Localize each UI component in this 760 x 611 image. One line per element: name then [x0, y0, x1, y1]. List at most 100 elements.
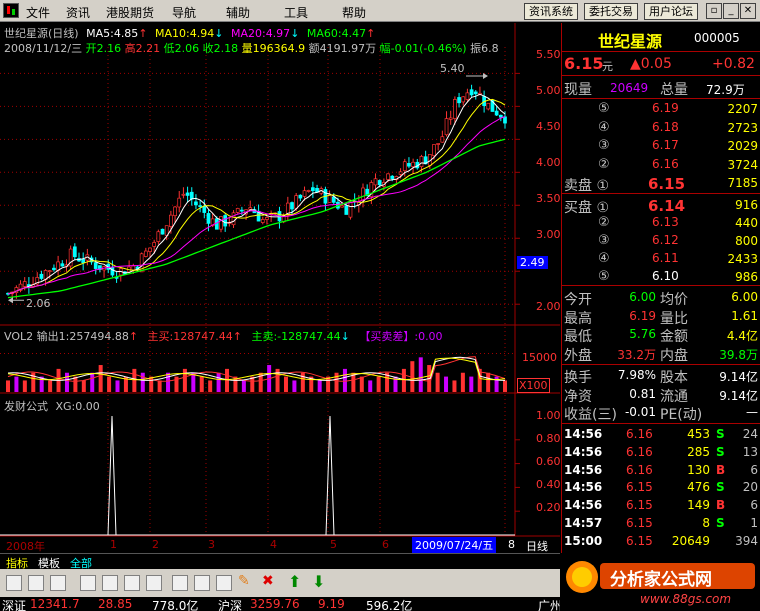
sell-volume: 3724	[727, 157, 758, 172]
quote-panel: 世纪星源 000005 6.15 元 ▲0.05 +0.82 现量 20649 …	[561, 23, 760, 553]
volume-bar	[300, 372, 305, 392]
stat-value: 7.98%	[617, 368, 656, 382]
candle-body	[206, 213, 211, 224]
stat-value: 1.61	[731, 308, 758, 323]
tick-price: 6.16	[626, 427, 653, 441]
candle-body	[52, 267, 56, 271]
tool-icon[interactable]	[172, 575, 188, 591]
menu-help[interactable]: 帮助	[342, 4, 366, 21]
sell-price: 6.16	[652, 156, 679, 171]
candle-body	[419, 156, 424, 168]
formula-tick: 0.40	[536, 478, 561, 491]
tool-icon[interactable]	[50, 575, 66, 591]
candle-body	[93, 262, 98, 269]
tick-price: 6.15	[626, 516, 653, 530]
candle-body	[503, 116, 507, 124]
volume-tick: 15000	[522, 351, 557, 364]
volume-bar	[6, 380, 10, 392]
volume-bar	[166, 372, 171, 392]
tick-side: B	[716, 498, 726, 513]
menu-file[interactable]: 文件	[26, 4, 50, 21]
trade-order-button[interactable]: 委托交易	[584, 3, 638, 20]
app-logo-icon[interactable]	[3, 3, 19, 18]
tool-icon[interactable]	[194, 575, 210, 591]
site-logo: 分析家公式网 www.88gs.com	[560, 553, 760, 611]
stat-label: 金额	[660, 329, 688, 345]
buy-level-label: ⑤	[598, 269, 610, 284]
stat-value: 0.81	[629, 386, 656, 401]
index-value: 12341.7	[30, 597, 80, 611]
menu-assist[interactable]: 辅助	[226, 4, 250, 21]
kline-chart[interactable]	[0, 23, 560, 553]
tick-count: 13	[742, 444, 758, 459]
index2-value: 3259.76	[250, 597, 300, 611]
volume-bar	[140, 372, 145, 392]
period-label[interactable]: 日线	[526, 538, 548, 554]
arrow-up-icon[interactable]: ⬆	[288, 572, 304, 591]
status-right-text: 广州	[538, 599, 563, 611]
menu-news[interactable]: 资讯	[66, 4, 90, 21]
candle-body	[498, 114, 503, 118]
tool-icon[interactable]	[80, 575, 96, 591]
candle-body	[194, 201, 198, 206]
candle-body	[72, 246, 77, 258]
candle-body	[311, 187, 315, 192]
news-system-button[interactable]: 资讯系统	[524, 3, 578, 20]
bar-date: 2008/11/12/三	[4, 42, 83, 55]
candle-body	[248, 207, 253, 210]
formula-signal-spike	[107, 415, 117, 536]
volume-bar	[334, 372, 339, 392]
buy-level-label: 买盘 ①	[564, 200, 610, 216]
price-tick: 2.00	[536, 300, 561, 313]
candle-body	[260, 219, 265, 223]
volume-bar	[208, 380, 213, 392]
sell-price: 6.18	[652, 119, 679, 134]
user-forum-button[interactable]: 用户论坛	[644, 3, 698, 20]
volume-bar	[452, 380, 457, 392]
candle-body	[169, 214, 173, 227]
arrow-down-icon[interactable]: ⬇	[312, 572, 328, 591]
close-tool-icon[interactable]: ✖	[262, 573, 278, 589]
minimize-icon[interactable]: _	[723, 3, 739, 19]
candle-body	[173, 206, 177, 217]
close-icon[interactable]: ✕	[740, 3, 756, 19]
menu-tools[interactable]: 工具	[284, 4, 308, 21]
tick-price: 6.15	[626, 480, 653, 495]
candle-body	[39, 273, 44, 279]
tool-icon[interactable]	[102, 575, 118, 591]
tick-time: 14:56	[564, 462, 603, 477]
volume-bar	[435, 372, 440, 392]
tool-icon[interactable]	[28, 575, 44, 591]
tool-icon[interactable]	[124, 575, 140, 591]
pencil-icon[interactable]: ✎	[238, 573, 254, 589]
restore-icon[interactable]: ▫	[706, 3, 722, 19]
menu-navigate[interactable]: 导航	[172, 4, 196, 21]
candle-body	[131, 265, 136, 271]
vol-up-icon: ↑	[128, 330, 139, 343]
index-change: 28.85	[98, 597, 133, 611]
x-month-label: 5	[330, 538, 337, 551]
volume-bar	[199, 376, 204, 392]
candle-body	[177, 197, 182, 208]
tick-side: B	[716, 462, 726, 477]
sell-price: 6.17	[652, 138, 679, 152]
candle-body	[444, 118, 449, 136]
index-amount: 778.0亿	[152, 599, 199, 611]
tool-icon[interactable]	[6, 575, 22, 591]
tick-price: 6.16	[626, 444, 653, 459]
tool-icon[interactable]	[216, 575, 232, 591]
candle-body	[240, 209, 244, 212]
menu-hk-futures[interactable]: 港股期货	[106, 4, 154, 21]
tool-icon[interactable]	[146, 575, 162, 591]
tick-price: 6.15	[626, 498, 653, 513]
bar-volume: 量196364.9	[241, 42, 306, 55]
ma5-label: MA5:4.85	[86, 27, 139, 40]
stock-title: 世纪星源(日线)	[4, 27, 79, 40]
tick-volume: 149	[687, 498, 710, 513]
bar-high: 高2.21	[124, 42, 161, 55]
tick-side: S	[716, 516, 725, 530]
stat-label: 最低	[564, 329, 592, 345]
stat-label: 均价	[660, 292, 688, 308]
logo-url[interactable]: www.88gs.com	[640, 592, 731, 606]
chart-area[interactable]: 世纪星源(日线) MA5:4.85↑ MA10:4.94↓ MA20:4.97↓…	[0, 23, 561, 554]
